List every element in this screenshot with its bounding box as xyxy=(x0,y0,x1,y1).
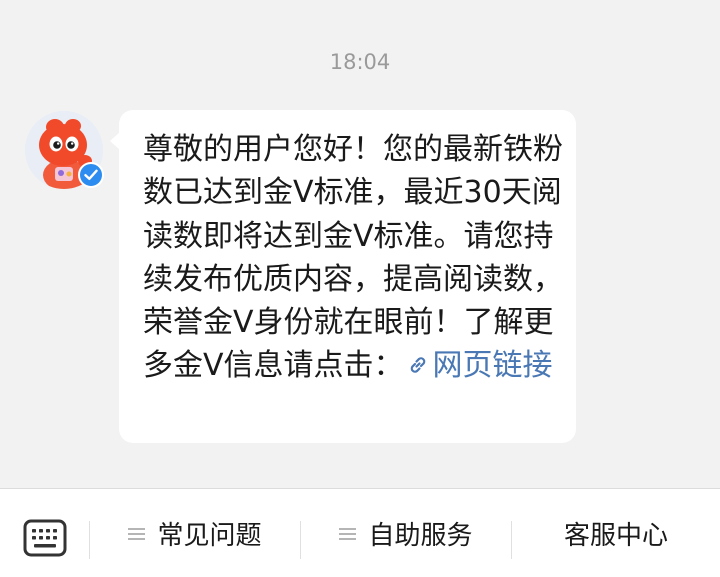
link-icon xyxy=(410,357,425,374)
keyboard-icon xyxy=(23,519,67,557)
menu-faq-button[interactable]: 常见问题 xyxy=(90,489,300,577)
sender-avatar[interactable] xyxy=(25,111,104,189)
menu-customer-service-label: 客服中心 xyxy=(563,521,668,551)
chat-screen: 18:04 尊敬的用户您好！您的最新铁粉数已达到金V标准，最近30天阅读数即将达… xyxy=(0,0,720,577)
bubble-tail xyxy=(110,132,120,150)
message-body: 尊敬的用户您好！您的最新铁粉数已达到金V标准，最近30天阅读数即将达到金V标准。… xyxy=(143,132,563,384)
message-bubble: 尊敬的用户您好！您的最新铁粉数已达到金V标准，最近30天阅读数即将达到金V标准。… xyxy=(110,110,576,443)
verified-check-icon xyxy=(78,162,104,188)
menu-self-service-label: 自助服务 xyxy=(368,521,473,551)
menu-faq-label: 常见问题 xyxy=(157,521,262,551)
message-timestamp: 18:04 xyxy=(329,50,391,74)
menu-self-service-button[interactable]: 自助服务 xyxy=(301,489,511,577)
menu-lines-icon xyxy=(339,525,357,543)
menu-lines-icon xyxy=(128,525,146,543)
service-menu-bar: 常见问题 自助服务 客服中心 xyxy=(0,488,720,577)
menu-customer-service-button[interactable]: 客服中心 xyxy=(512,489,720,577)
web-link-label: 网页链接 xyxy=(432,348,553,384)
web-link[interactable]: 网页链接 xyxy=(404,348,553,383)
message-text: 尊敬的用户您好！您的最新铁粉数已达到金V标准，最近30天阅读数即将达到金V标准。… xyxy=(143,128,563,388)
keyboard-toggle-button[interactable] xyxy=(22,515,68,561)
